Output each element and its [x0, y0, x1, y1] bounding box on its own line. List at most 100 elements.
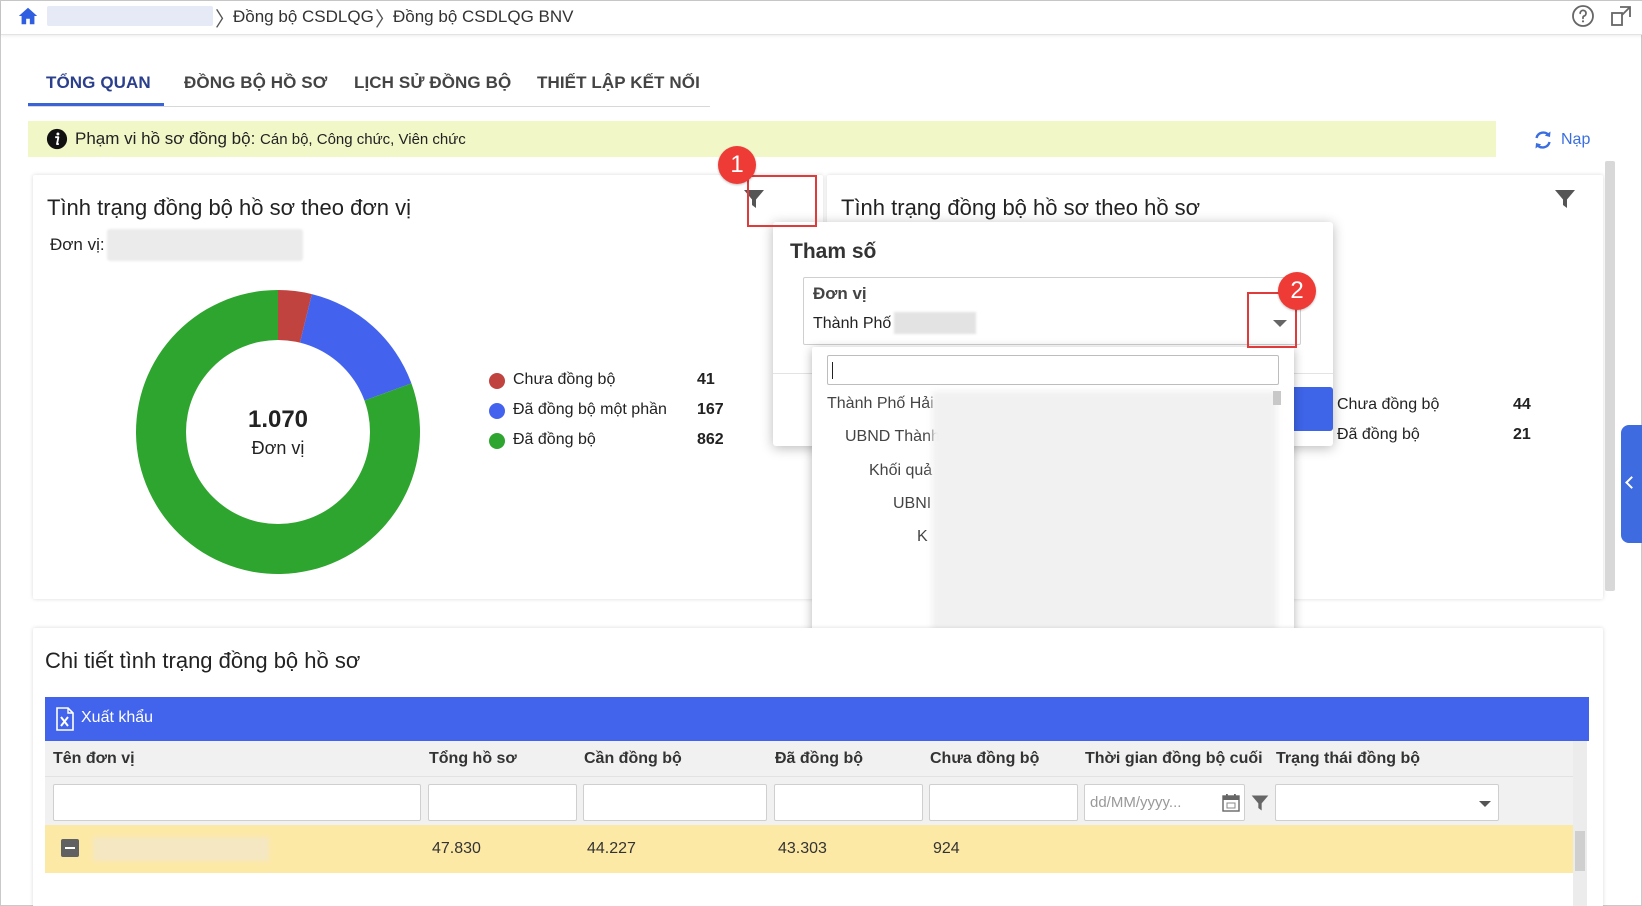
- dropdown-scrollbar[interactable]: [1273, 391, 1281, 405]
- legend-value: 862: [697, 431, 724, 448]
- date-placeholder: dd/MM/yyyy...: [1090, 794, 1182, 811]
- dropdown-option[interactable]: K: [917, 528, 928, 546]
- breadcrumb-root-redacted[interactable]: [47, 6, 213, 26]
- filter-icon[interactable]: [1553, 187, 1577, 211]
- legend-swatch: [489, 433, 505, 449]
- info-icon: [46, 128, 68, 150]
- unit-filter-label: Đơn vị:: [50, 235, 105, 254]
- legend-item-da-dong-bo: Đã đồng bộ 21: [1313, 425, 1539, 447]
- refresh-icon: [1535, 131, 1551, 149]
- tab-thiet-lap-ket-noi[interactable]: THIẾT LẬP KẾT NỐI: [537, 73, 700, 93]
- dropdown-search-input[interactable]: [827, 355, 1279, 385]
- legend-label: Đã đồng bộ: [513, 431, 596, 448]
- breadcrumb-item-csdlqg[interactable]: Đồng bộ CSDLQG: [233, 7, 374, 27]
- main-tabs: TỔNG QUAN ĐỒNG BỘ HỒ SƠ LỊCH SỬ ĐỒNG BỘ …: [28, 65, 710, 107]
- legend-value: 167: [697, 401, 724, 418]
- excel-export-icon: [56, 707, 74, 731]
- popup-title: Tham số: [790, 240, 877, 263]
- unit-select-value-redacted: [894, 312, 976, 334]
- cell-chua-dong-bo: 924: [933, 840, 960, 857]
- caret-down-icon[interactable]: [1479, 801, 1491, 807]
- legend-item-da-dong-bo-mot-phan: Đã đồng bộ một phần 167: [489, 400, 729, 422]
- unit-select[interactable]: Đơn vị Thành Phố: [803, 277, 1301, 345]
- cell-tong-ho-so: 47.830: [432, 840, 481, 857]
- profile-card-title: Tình trạng đồng bộ hồ sơ theo hồ sơ: [841, 195, 1201, 220]
- breadcrumb-item-csdlqg-bnv: Đồng bộ CSDLQG BNV: [393, 7, 574, 26]
- collapse-row-icon[interactable]: [61, 839, 79, 857]
- detail-table-card: Chi tiết tình trạng đồng bộ hồ sơ Xuất k…: [33, 628, 1603, 906]
- side-panel-toggle[interactable]: [1621, 425, 1642, 543]
- legend-label: Đã đồng bộ: [1337, 426, 1420, 443]
- home-icon[interactable]: [17, 5, 39, 27]
- legend-label: Chưa đồng bộ: [1337, 396, 1440, 413]
- table-title: Chi tiết tình trạng đồng bộ hồ sơ: [45, 648, 361, 673]
- tab-tong-quan[interactable]: TỔNG QUAN: [46, 73, 151, 93]
- column-header-can-dong-bo[interactable]: Cần đồng bộ: [584, 750, 682, 768]
- chevron-left-icon: [1625, 476, 1638, 489]
- row-unit-name-redacted: [93, 837, 269, 861]
- tab-dong-bo-ho-so[interactable]: ĐỒNG BỘ HỒ SƠ: [184, 73, 327, 93]
- page-scrollbar[interactable]: [1605, 161, 1615, 591]
- legend-item-chua-dong-bo: Chưa đồng bộ 44: [1313, 395, 1539, 417]
- app-window: 〉 Đồng bộ CSDLQG 〉 Đồng bộ CSDLQG BNV TỔ…: [0, 0, 1642, 906]
- column-header-da-dong-bo[interactable]: Đã đồng bộ: [775, 750, 863, 768]
- legend-value: 41: [697, 371, 715, 388]
- reload-button[interactable]: Nạp: [1531, 128, 1601, 154]
- column-header-ten-don-vi[interactable]: Tên đơn vị: [53, 750, 135, 768]
- filter-input-chua-dong-bo[interactable]: [929, 784, 1078, 821]
- table-header: Tên đơn vị Tổng hồ sơ Cần đồng bộ Đã đồn…: [45, 741, 1573, 777]
- active-tab-indicator: [28, 103, 164, 106]
- cell-da-dong-bo: 43.303: [778, 840, 827, 857]
- filter-icon[interactable]: [1250, 793, 1270, 813]
- filter-input-ten-don-vi[interactable]: [53, 784, 421, 821]
- filter-input-da-dong-bo[interactable]: [774, 784, 923, 821]
- legend-item-da-dong-bo: Đã đồng bộ 862: [489, 430, 729, 452]
- unit-status-card: Tình trạng đồng bộ hồ sơ theo đơn vị Đơn…: [33, 175, 823, 599]
- breadcrumb-separator: 〉: [375, 7, 395, 31]
- legend-label: Chưa đồng bộ: [513, 371, 616, 388]
- column-header-tong-ho-so[interactable]: Tổng hồ sơ: [429, 750, 517, 768]
- help-icon[interactable]: [1571, 4, 1595, 28]
- text-cursor: [832, 362, 833, 379]
- table-toolbar: Xuất khẩu: [45, 697, 1589, 741]
- scope-label-text: Phạm vi hồ sơ đồng bộ:: [75, 129, 256, 148]
- column-header-thoi-gian[interactable]: Thời gian đồng bộ cuối: [1085, 750, 1263, 768]
- tab-lich-su-dong-bo[interactable]: LỊCH SỬ ĐỒNG BỘ: [354, 73, 511, 93]
- filter-input-can-dong-bo[interactable]: [583, 784, 767, 821]
- unit-select-value: Thành Phố: [813, 315, 892, 332]
- table-scrollbar-thumb[interactable]: [1575, 831, 1585, 871]
- table-filter-row: dd/MM/yyyy...: [45, 777, 1573, 825]
- column-header-chua-dong-bo[interactable]: Chưa đồng bộ: [930, 750, 1039, 768]
- donut-center-value: 1.070: [248, 406, 308, 433]
- callout-badge-2: 2: [1278, 272, 1316, 310]
- filter-input-date[interactable]: dd/MM/yyyy...: [1084, 784, 1245, 821]
- table-row[interactable]: 47.830 44.227 43.303 924: [45, 825, 1573, 873]
- breadcrumb-separator: 〉: [215, 7, 235, 31]
- calendar-icon[interactable]: [1221, 793, 1241, 813]
- scope-value: Cán bộ, Công chức, Viên chức: [260, 131, 466, 148]
- legend-item-chua-dong-bo: Chưa đồng bộ 41: [489, 370, 729, 392]
- legend-swatch: [489, 403, 505, 419]
- scope-label: Phạm vi hồ sơ đồng bộ: Cán bộ, Công chức…: [75, 129, 466, 149]
- legend-value: 44: [1513, 396, 1531, 413]
- unit-card-title: Tình trạng đồng bộ hồ sơ theo đơn vị: [47, 195, 411, 220]
- table-scrollbar[interactable]: [1573, 741, 1587, 906]
- column-header-trang-thai[interactable]: Trạng thái đồng bộ: [1276, 750, 1420, 768]
- filter-select-trang-thai[interactable]: [1275, 784, 1499, 821]
- legend-swatch: [489, 373, 505, 389]
- export-button[interactable]: Xuất khẩu: [45, 697, 155, 741]
- legend-value: 21: [1513, 426, 1531, 443]
- scope-banner: Phạm vi hồ sơ đồng bộ: Cán bộ, Công chức…: [28, 121, 1496, 157]
- minus-icon-stroke: [65, 847, 75, 849]
- dropdown-option[interactable]: UBNI: [893, 495, 931, 513]
- dropdown-option[interactable]: Thành Phố Hải: [827, 395, 934, 413]
- dropdown-options-redacted: [932, 391, 1277, 631]
- callout-badge-1: 1: [718, 146, 756, 184]
- filter-input-tong-ho-so[interactable]: [428, 784, 577, 821]
- dropdown-option[interactable]: UBND Thành: [845, 428, 940, 446]
- popout-icon[interactable]: [1609, 4, 1633, 28]
- dropdown-option[interactable]: Khối quả: [869, 462, 932, 480]
- legend-label: Đã đồng bộ một phần: [513, 401, 667, 418]
- donut-center-label: Đơn vị: [252, 438, 305, 458]
- breadcrumb-bar: 〉 Đồng bộ CSDLQG 〉 Đồng bộ CSDLQG BNV: [1, 1, 1642, 35]
